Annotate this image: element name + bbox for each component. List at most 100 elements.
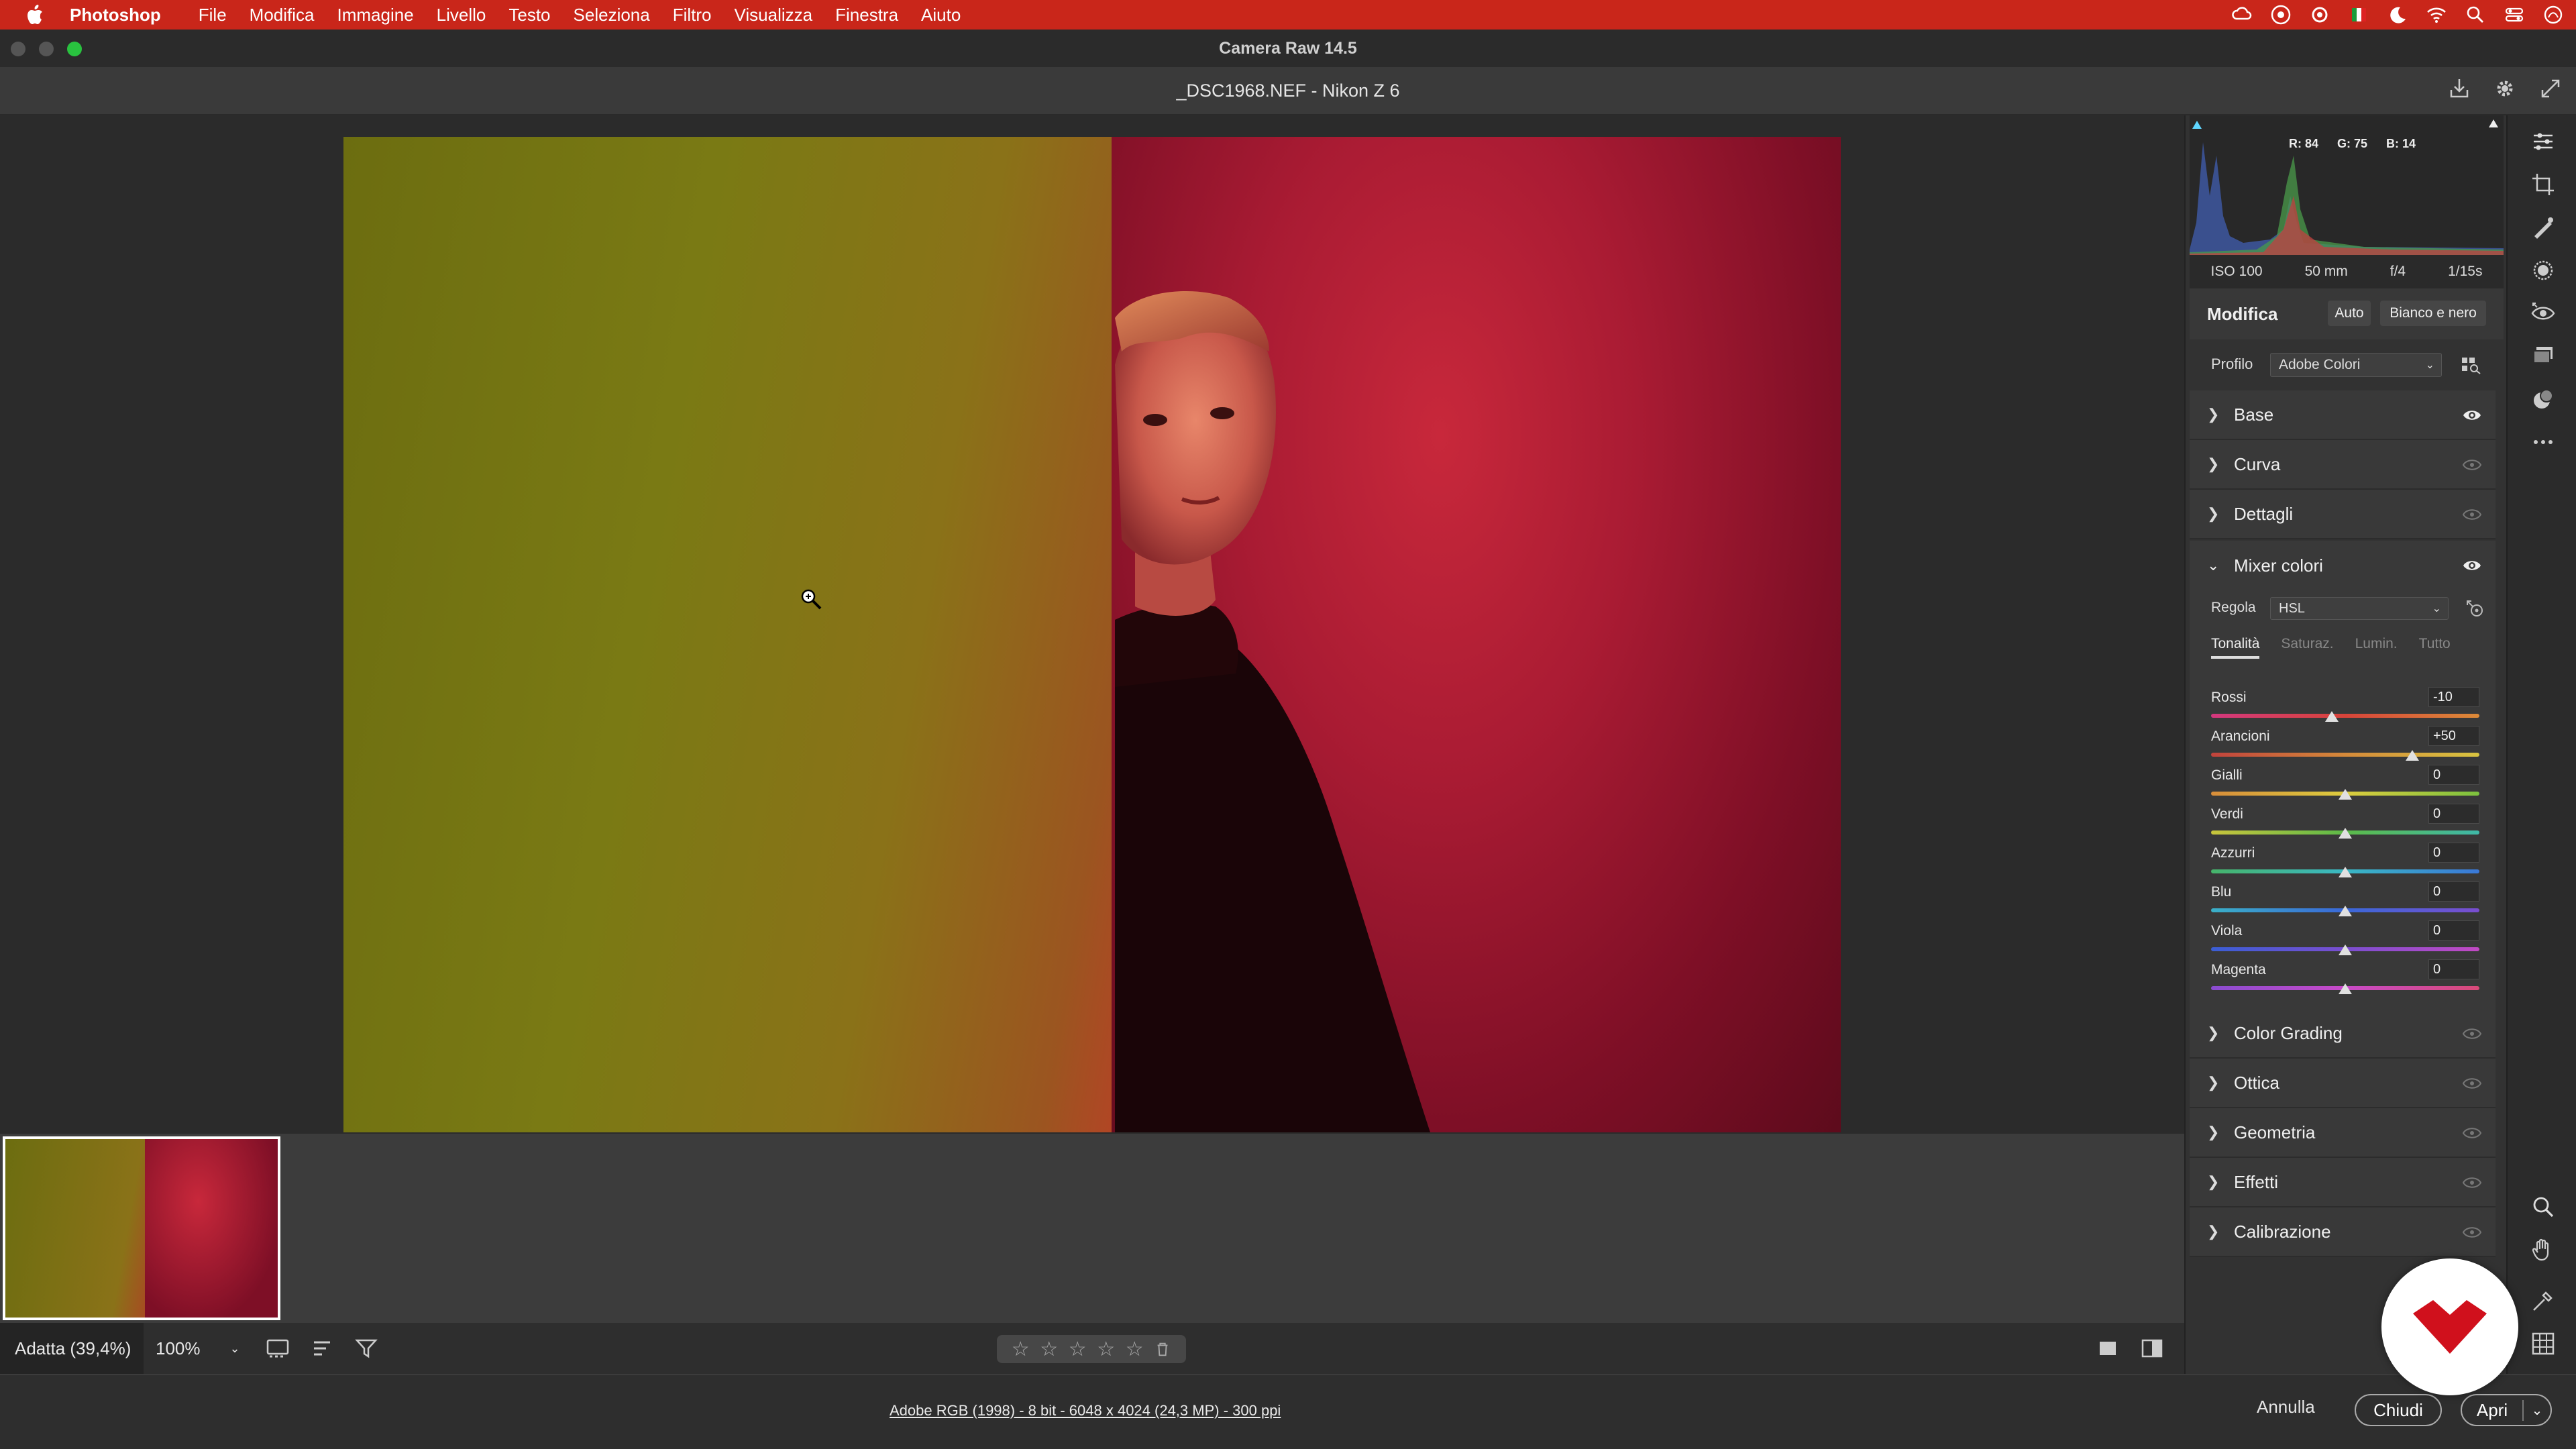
tab-tonalita[interactable]: Tonalità: [2211, 625, 2260, 659]
zoom-fit-select[interactable]: Adatta (39,4%): [0, 1323, 144, 1374]
close-button[interactable]: Chiudi: [2355, 1394, 2442, 1426]
slider-value-input[interactable]: 0: [2428, 881, 2479, 902]
zoom-tool-icon[interactable]: [2530, 1194, 2556, 1220]
snapshots-icon[interactable]: [2530, 343, 2556, 369]
slider-value-input[interactable]: 0: [2428, 765, 2479, 785]
zoom-window-button[interactable]: [67, 42, 82, 56]
star-4-icon[interactable]: ☆: [1097, 1338, 1115, 1361]
menu-aiuto[interactable]: Aiuto: [921, 5, 961, 25]
slider-verdi[interactable]: Verdi 0: [2211, 804, 2479, 845]
section-effetti[interactable]: ❯ Effetti: [2190, 1158, 2496, 1208]
profile-browser-icon[interactable]: [2461, 356, 2482, 374]
visibility-eye-icon[interactable]: [2462, 506, 2482, 523]
menu-finestra[interactable]: Finestra: [835, 5, 898, 25]
auto-button[interactable]: Auto: [2328, 301, 2371, 326]
star-5-icon[interactable]: ☆: [1126, 1338, 1144, 1361]
slider-thumb[interactable]: [2339, 906, 2352, 916]
slider-thumb[interactable]: [2406, 750, 2419, 761]
open-options-chevron-icon[interactable]: ⌄: [2524, 1402, 2551, 1419]
record-icon[interactable]: [2309, 4, 2330, 25]
cancel-button[interactable]: Annulla: [2257, 1397, 2315, 1417]
minimize-window-button[interactable]: [39, 42, 54, 56]
slider-thumb[interactable]: [2339, 983, 2352, 994]
mixer-header[interactable]: ⌄ Mixer colori: [2190, 541, 2496, 590]
single-view-icon[interactable]: [2096, 1336, 2120, 1360]
star-2-icon[interactable]: ☆: [1040, 1338, 1058, 1361]
section-calibrazione[interactable]: ❯ Calibrazione: [2190, 1208, 2496, 1257]
visibility-eye-icon[interactable]: [2462, 1075, 2482, 1092]
visibility-eye-icon[interactable]: [2462, 1224, 2482, 1241]
slider-thumb[interactable]: [2339, 828, 2352, 839]
gear-icon[interactable]: [2493, 76, 2517, 101]
slider-value-input[interactable]: -10: [2428, 687, 2479, 707]
edit-sliders-icon[interactable]: [2530, 129, 2556, 154]
profile-select[interactable]: Adobe Colori ⌄: [2270, 353, 2442, 377]
section-geometria[interactable]: ❯ Geometria: [2190, 1108, 2496, 1158]
section-color-grading[interactable]: ❯ Color Grading: [2190, 1009, 2496, 1059]
slider-track[interactable]: [2211, 714, 2479, 718]
slider-blu[interactable]: Blu 0: [2211, 881, 2479, 923]
menu-modifica[interactable]: Modifica: [250, 5, 315, 25]
workflow-options-link[interactable]: Adobe RGB (1998) - 8 bit - 6048 x 4024 (…: [890, 1402, 1281, 1419]
slider-rossi[interactable]: Rossi -10: [2211, 687, 2479, 729]
image-canvas[interactable]: [0, 115, 2184, 1134]
slider-value-input[interactable]: 0: [2428, 804, 2479, 824]
flag-icon[interactable]: [2348, 4, 2369, 25]
crop-icon[interactable]: [2530, 172, 2556, 197]
slider-track[interactable]: [2211, 753, 2479, 757]
visibility-eye-icon[interactable]: [2462, 1025, 2482, 1042]
grid-overlay-icon[interactable]: [2530, 1331, 2556, 1356]
presets-icon[interactable]: [2530, 386, 2556, 412]
open-button[interactable]: Apri ⌄: [2461, 1394, 2552, 1426]
slider-thumb[interactable]: [2325, 711, 2339, 722]
section-ottica[interactable]: ❯ Ottica: [2190, 1059, 2496, 1108]
menu-seleziona[interactable]: Seleziona: [574, 5, 650, 25]
control-center-icon[interactable]: [2504, 4, 2525, 25]
menu-app-name[interactable]: Photoshop: [70, 5, 161, 25]
visibility-eye-icon[interactable]: [2462, 456, 2482, 474]
spotlight-icon[interactable]: [2465, 4, 2486, 25]
siri-icon[interactable]: [2542, 4, 2564, 25]
sort-icon[interactable]: [310, 1336, 334, 1360]
menu-file[interactable]: File: [199, 5, 227, 25]
menu-filtro[interactable]: Filtro: [673, 5, 712, 25]
red-eye-icon[interactable]: [2530, 301, 2556, 326]
slider-value-input[interactable]: 0: [2428, 959, 2479, 979]
black-white-button[interactable]: Bianco e nero: [2380, 301, 2486, 326]
filmstrip-thumbnail[interactable]: [3, 1136, 280, 1320]
slider-thumb[interactable]: [2339, 789, 2352, 800]
photo-preview[interactable]: [343, 137, 1841, 1132]
slider-thumb[interactable]: [2339, 867, 2352, 877]
regola-select[interactable]: HSL ⌄: [2270, 597, 2449, 620]
trash-icon[interactable]: [1154, 1340, 1171, 1358]
section-curva[interactable]: ❯ Curva: [2190, 440, 2496, 490]
menu-testo[interactable]: Testo: [508, 5, 550, 25]
zoom-level-select[interactable]: 100% ⌄: [156, 1323, 240, 1374]
visibility-eye-icon[interactable]: [2462, 1174, 2482, 1191]
targeted-adjustment-icon[interactable]: [2465, 598, 2486, 620]
section-dettagli[interactable]: ❯ Dettagli: [2190, 490, 2496, 539]
visibility-eye-icon[interactable]: [2462, 1124, 2482, 1142]
slider-thumb[interactable]: [2339, 945, 2352, 955]
tab-tutto[interactable]: Tutto: [2419, 625, 2451, 659]
more-options-icon[interactable]: [2530, 429, 2556, 455]
star-1-icon[interactable]: ☆: [1012, 1338, 1030, 1361]
star-3-icon[interactable]: ☆: [1069, 1338, 1087, 1361]
slider-value-input[interactable]: +50: [2428, 726, 2479, 746]
hand-tool-icon[interactable]: [2530, 1237, 2556, 1263]
filter-icon[interactable]: [354, 1336, 378, 1360]
close-window-button[interactable]: [11, 42, 25, 56]
slider-viola[interactable]: Viola 0: [2211, 920, 2479, 962]
before-after-icon[interactable]: [2140, 1336, 2164, 1360]
section-base[interactable]: ❯ Base: [2190, 390, 2496, 440]
apple-icon[interactable]: [20, 0, 50, 30]
slider-azzurri[interactable]: Azzurri 0: [2211, 843, 2479, 884]
chrome-icon[interactable]: [2270, 4, 2292, 25]
slider-value-input[interactable]: 0: [2428, 843, 2479, 863]
filmstrip-toggle-icon[interactable]: [266, 1336, 290, 1360]
tab-luminanza[interactable]: Lumin.: [2355, 625, 2398, 659]
slider-gialli[interactable]: Gialli 0: [2211, 765, 2479, 806]
creative-cloud-icon[interactable]: [2231, 4, 2253, 25]
visibility-eye-icon[interactable]: [2462, 557, 2482, 574]
healing-brush-icon[interactable]: [2530, 215, 2556, 240]
